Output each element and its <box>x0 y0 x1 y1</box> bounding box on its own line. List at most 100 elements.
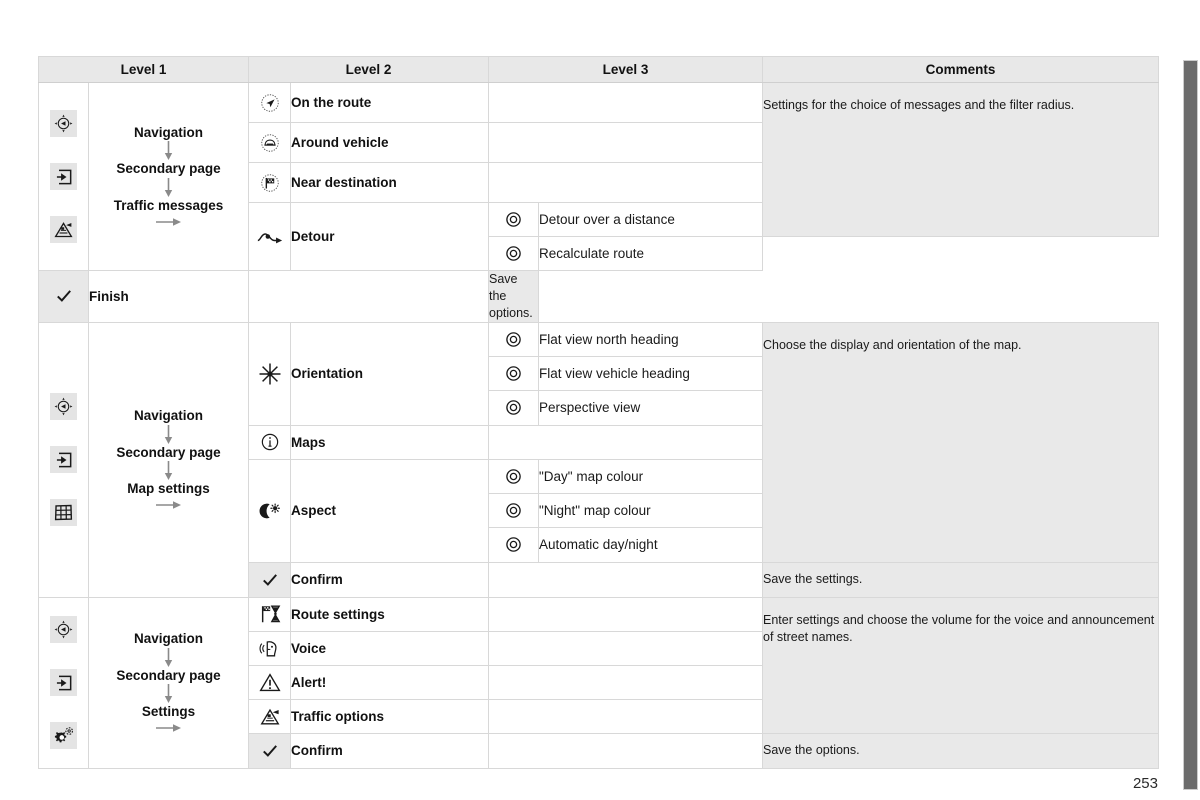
level3-bullet-cell <box>488 321 539 357</box>
radio-option-icon[interactable] <box>489 245 538 262</box>
check-icon <box>56 290 71 303</box>
level2-label-alert[interactable]: Alert! <box>290 664 489 700</box>
level2-icon-cell <box>248 596 291 632</box>
scrollbar-thumb[interactable] <box>1183 60 1198 790</box>
level2-label-finish[interactable]: Finish <box>88 270 249 323</box>
radio-option-icon[interactable] <box>489 399 538 416</box>
arrow-down-icon <box>164 647 173 667</box>
gears-settings-icon <box>50 722 77 750</box>
level2-icon-cell <box>248 321 291 426</box>
flow-step: Navigation <box>133 631 203 647</box>
navigation-compass-icon <box>50 616 77 644</box>
flow-step: Navigation <box>133 408 203 424</box>
radio-option-icon[interactable] <box>489 468 538 485</box>
table-header-row: Level 1 Level 2 Level 3 Comments <box>38 56 1159 83</box>
level2-label-aspect[interactable]: Aspect <box>290 458 489 563</box>
level3-label-day-map-colour[interactable]: "Day" map colour <box>538 458 763 494</box>
radio-option-icon[interactable] <box>489 211 538 228</box>
column-header-level-3: Level 3 <box>488 56 763 83</box>
level3-bullet-cell <box>488 390 539 426</box>
level2-icon-cell <box>248 458 291 563</box>
route-settings-flag-icon <box>261 605 280 623</box>
level1-flow-traffic-messages: Navigation Secondary page Traffic messag… <box>88 82 249 271</box>
level3-label-flat-view-vehicle-heading[interactable]: Flat view vehicle heading <box>538 355 763 392</box>
level2-label-on-the-route[interactable]: On the route <box>290 82 489 123</box>
radio-option-icon[interactable] <box>489 536 538 553</box>
flow-step: Secondary page <box>116 667 221 683</box>
alert-warning-icon <box>258 672 281 691</box>
level2-icon-cell <box>248 732 291 769</box>
level2-icon-cell <box>248 561 291 598</box>
orientation-star-icon <box>259 363 280 385</box>
on-the-route-icon <box>260 93 279 112</box>
exit-page-icon <box>50 446 77 474</box>
column-header-comments: Comments <box>762 56 1159 83</box>
level2-icon-cell <box>248 162 291 203</box>
level1-icon-stack-settings <box>38 596 89 769</box>
level2-label-confirm[interactable]: Confirm <box>290 732 489 769</box>
arrow-right-icon <box>155 724 181 732</box>
level2-label-orientation[interactable]: Orientation <box>290 321 489 426</box>
comment-traffic-messages: Settings for the choice of messages and … <box>762 82 1159 237</box>
scrollbar[interactable] <box>1182 0 1200 800</box>
column-header-level-2: Level 2 <box>248 56 489 83</box>
exit-page-icon <box>50 163 77 190</box>
level3-empty <box>488 698 763 734</box>
voice-icon <box>259 641 277 657</box>
level2-label-route-settings[interactable]: Route settings <box>290 596 489 632</box>
level2-label-voice[interactable]: Voice <box>290 630 489 666</box>
level3-empty <box>488 664 763 700</box>
level3-empty <box>488 82 763 123</box>
navigation-compass-icon <box>50 393 77 421</box>
level3-bullet-cell <box>488 527 539 563</box>
arrow-down-icon <box>164 424 173 444</box>
level3-label-perspective-view[interactable]: Perspective view <box>538 390 763 426</box>
level3-empty <box>488 630 763 666</box>
level2-label-detour[interactable]: Detour <box>290 202 489 271</box>
near-destination-icon <box>260 173 279 192</box>
detour-icon <box>257 232 282 243</box>
level3-empty <box>488 424 763 460</box>
flow-step: Map settings <box>127 480 210 496</box>
level3-bullet-cell <box>488 355 539 392</box>
level3-label-recalculate-route[interactable]: Recalculate route <box>538 236 763 271</box>
level1-flow-settings: Navigation Secondary page Settings <box>88 596 249 769</box>
level3-empty <box>488 561 763 598</box>
arrow-down-icon <box>164 683 173 703</box>
radio-option-icon[interactable] <box>489 365 538 382</box>
level3-empty <box>488 162 763 203</box>
traffic-incident-icon <box>50 216 77 243</box>
level2-label-traffic-options[interactable]: Traffic options <box>290 698 489 734</box>
level3-empty <box>488 122 763 163</box>
radio-option-icon[interactable] <box>489 502 538 519</box>
table-row: Finish Save the options. <box>38 270 1159 323</box>
level3-label-automatic-day-night[interactable]: Automatic day/night <box>538 527 763 563</box>
comment-map-settings: Choose the display and orientation of th… <box>762 321 1159 563</box>
level2-label-around-vehicle[interactable]: Around vehicle <box>290 122 489 163</box>
level2-label-maps[interactable]: Maps <box>290 424 489 460</box>
level2-icon-cell <box>248 630 291 666</box>
level3-label-detour-over-a-distance[interactable]: Detour over a distance <box>538 202 763 237</box>
level3-bullet-cell <box>488 458 539 494</box>
level3-bullet-cell <box>488 492 539 529</box>
arrow-right-icon <box>155 501 181 509</box>
level3-label-flat-view-north-heading[interactable]: Flat view north heading <box>538 321 763 357</box>
flow-step: Navigation <box>133 125 203 141</box>
table-row: Navigation Secondary page Traffic messag… <box>38 82 1159 271</box>
level1-icon-stack-traffic-messages <box>38 82 89 271</box>
level2-icon-cell <box>248 664 291 700</box>
level2-icon-cell <box>248 698 291 734</box>
comment-confirm-map: Save the settings. <box>762 561 1159 598</box>
around-vehicle-icon <box>260 133 279 152</box>
column-header-level-1: Level 1 <box>38 56 249 83</box>
page-number: 253 <box>1132 775 1158 792</box>
level2-icon-cell <box>248 202 291 271</box>
day-night-icon <box>259 503 280 518</box>
level1-icon-stack-map-settings <box>38 321 89 598</box>
level3-bullet-cell <box>488 236 539 271</box>
level2-label-near-destination[interactable]: Near destination <box>290 162 489 203</box>
flow-step: Settings <box>141 703 196 719</box>
level2-label-confirm[interactable]: Confirm <box>290 561 489 598</box>
level3-label-night-map-colour[interactable]: "Night" map colour <box>538 492 763 529</box>
radio-option-icon[interactable] <box>489 331 538 348</box>
